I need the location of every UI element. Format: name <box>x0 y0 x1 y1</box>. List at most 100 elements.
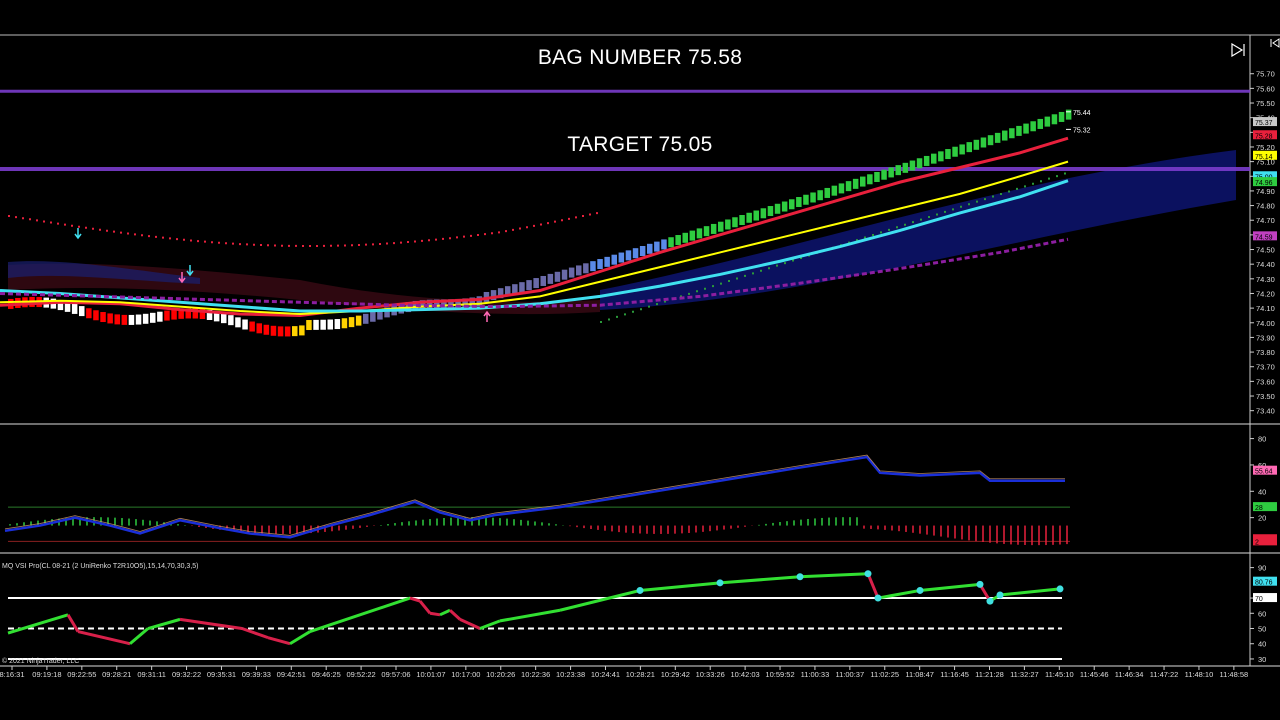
renko-brick <box>874 171 880 182</box>
x-tick-label: 10:01:07 <box>416 670 445 679</box>
renko-brick <box>171 309 177 320</box>
y-tick-label: 50 <box>1258 625 1266 634</box>
renko-brick <box>128 314 135 325</box>
renko-brick <box>661 239 667 250</box>
y-tick-label: 74.40 <box>1256 260 1275 269</box>
vsi-segment <box>309 596 411 633</box>
renko-brick <box>668 237 674 248</box>
renko-brick <box>767 206 774 217</box>
y-tick-label: 74.90 <box>1256 187 1275 196</box>
vsi-point <box>636 586 644 594</box>
vsi-segment <box>719 575 801 585</box>
y-tick-label: 73.80 <box>1256 348 1275 357</box>
renko-brick <box>313 319 319 330</box>
renko-brick <box>597 259 603 270</box>
y-tick-label: 40 <box>1258 487 1266 496</box>
renko-brick <box>1065 109 1072 120</box>
x-tick-label: 11:16:45 <box>940 670 969 679</box>
renko-brick <box>284 326 291 337</box>
y-tick-label: 73.70 <box>1256 363 1275 372</box>
target-annotation: TARGET 75.05 <box>567 133 713 156</box>
renko-brick <box>568 267 575 278</box>
renko-brick <box>370 311 376 322</box>
y-tick-label: 60 <box>1258 609 1266 618</box>
renko-brick <box>327 319 333 330</box>
x-tick-label: 10:20:26 <box>486 670 515 679</box>
x-tick-label: 11:47:22 <box>1150 670 1179 679</box>
vsi-segment <box>77 630 131 646</box>
renko-brick <box>256 323 262 334</box>
renko-brick <box>363 313 369 324</box>
price-tag-label: 75.37 <box>1255 120 1273 127</box>
renko-brick <box>249 321 255 332</box>
price-tag: 74.59 <box>1253 231 1277 241</box>
vsi-segment <box>877 588 921 600</box>
x-tick-label: 09:52:22 <box>347 670 376 679</box>
vsi-point <box>986 597 994 605</box>
x-tick-label: 11:00:37 <box>836 670 865 679</box>
vsi-segment <box>999 587 1061 597</box>
renko-brick <box>739 215 745 226</box>
renko-brick <box>533 278 539 289</box>
renko-brick <box>732 217 738 228</box>
renko-brick <box>881 169 887 180</box>
renko-brick <box>355 315 362 326</box>
vsi-segment <box>459 618 481 630</box>
renko-brick <box>221 313 227 324</box>
renko-brick <box>725 219 731 230</box>
x-tick-label: 11:21:28 <box>975 670 1004 679</box>
x-tick-label: 10:17:00 <box>451 670 480 679</box>
renko-brick <box>774 203 781 214</box>
renko-brick <box>753 210 759 221</box>
renko-brick <box>639 246 646 257</box>
y-tick-label: 74.50 <box>1256 246 1275 255</box>
y-tick-label: 73.50 <box>1256 392 1275 401</box>
x-tick-label: 09:46:25 <box>312 670 341 679</box>
y-tick-label: 74.70 <box>1256 216 1275 225</box>
x-tick-label: 09:35:31 <box>207 670 236 679</box>
vsi-segment <box>559 588 641 612</box>
renko-brick <box>831 185 838 196</box>
signal-arrow <box>74 228 82 240</box>
vsi-point <box>874 594 882 602</box>
y-tick-label: 80 <box>1258 435 1266 444</box>
renko-brick <box>696 228 703 239</box>
x-tick-label: 11:02:25 <box>870 670 899 679</box>
price-tag-label: 74.96 <box>1255 180 1273 187</box>
renko-brick <box>150 312 156 323</box>
renko-brick <box>1030 121 1036 132</box>
vsi-segment <box>289 630 311 646</box>
x-tick-label: 10:28:21 <box>626 670 655 679</box>
renko-brick <box>135 314 142 325</box>
x-tick-label: 09:28:21 <box>102 670 131 679</box>
renko-brick <box>611 254 617 265</box>
renko-brick <box>746 212 752 223</box>
scroll-end-icon[interactable] <box>1270 38 1280 48</box>
x-tick-label: 11:48:58 <box>1220 670 1249 679</box>
x-tick-label: 11:00:33 <box>801 670 830 679</box>
vsi-segment <box>429 611 441 617</box>
renko-brick <box>803 194 809 205</box>
renko-brick <box>157 311 163 322</box>
renko-brick <box>632 248 639 259</box>
x-tick-label: 09:39:33 <box>242 670 271 679</box>
x-tick-label: 09:22:55 <box>67 670 96 679</box>
vsi-segment <box>439 608 451 617</box>
renko-brick <box>121 314 128 325</box>
play-icon[interactable] <box>1230 43 1246 57</box>
chart-canvas: 73.40 73.50 73.60 73.70 73.80 73.90 74.00 74.10… <box>0 34 1280 679</box>
vsi-segment <box>479 619 501 630</box>
renko-brick <box>554 271 561 282</box>
price-tag-label: 74.59 <box>1255 234 1273 241</box>
renko-brick <box>299 325 305 336</box>
x-tick-label: 09:31:11 <box>137 670 166 679</box>
renko-brick <box>682 232 688 243</box>
x-tick-label: 8:16:31 <box>0 670 25 679</box>
vsi-point <box>716 579 724 587</box>
y-tick-label: 75.70 <box>1256 70 1275 79</box>
y-tick-label: 75.50 <box>1256 99 1275 108</box>
vsi-segment <box>267 636 291 646</box>
renko-brick <box>583 263 589 274</box>
renko-brick <box>675 235 681 246</box>
renko-brick <box>277 326 284 337</box>
